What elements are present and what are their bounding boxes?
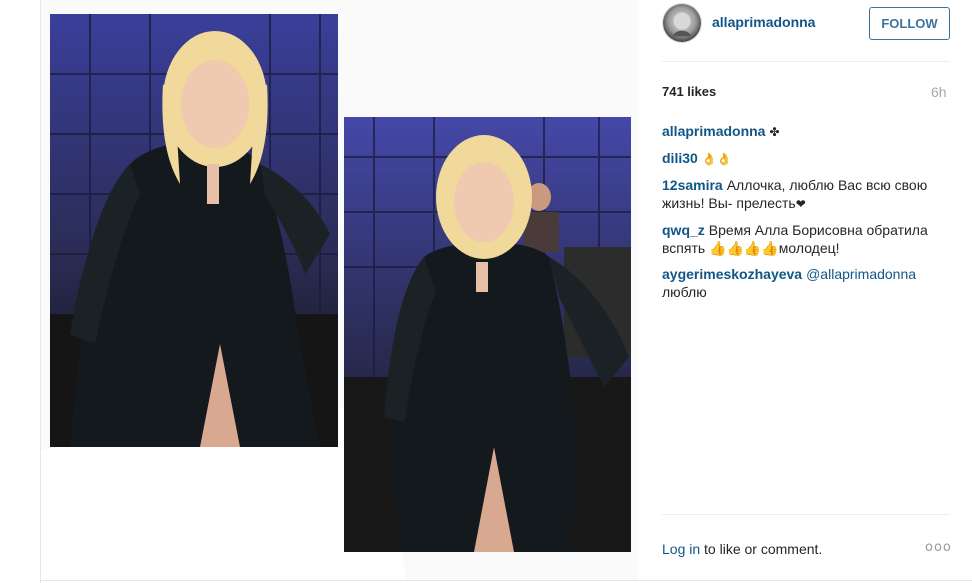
comment-mention[interactable]: @allaprimadonna (806, 266, 916, 282)
heart-icon: ❤ (795, 197, 806, 211)
login-text: to like or comment. (704, 541, 823, 557)
login-link[interactable]: Log in (662, 541, 700, 557)
comment: dili30 👌👌 (662, 149, 952, 168)
ok-hand-icon: 👌👌 (701, 152, 732, 166)
photo-left (50, 14, 338, 447)
post-header: allaprimadonna FOLLOW (662, 3, 950, 43)
comment-user[interactable]: qwq_z (662, 222, 705, 238)
comment-user[interactable]: allaprimadonna (662, 123, 765, 139)
divider (662, 514, 950, 515)
comment: aygerimeskozhayeva @allaprimadonna люблю (662, 265, 952, 301)
login-prompt: Log in to like or comment. (662, 541, 822, 557)
comment-user[interactable]: dili30 (662, 150, 698, 166)
post-sidebar: allaprimadonna FOLLOW 741 likes 6h allap… (638, 0, 972, 580)
clover-icon: ✤ (769, 125, 780, 139)
post-image[interactable] (41, 0, 638, 580)
likes-count[interactable]: 741 likes (662, 84, 716, 99)
post-time[interactable]: 6h (931, 84, 947, 100)
divider (662, 61, 950, 62)
avatar[interactable] (662, 3, 702, 43)
bottom-border (40, 580, 972, 581)
comment: 12samira Аллочка, люблю Вас всю свою жизн… (662, 176, 952, 213)
photo-right (344, 117, 631, 552)
more-options-icon[interactable]: ooo (925, 540, 952, 555)
post-username[interactable]: allaprimadonna (712, 14, 815, 30)
follow-button[interactable]: FOLLOW (869, 7, 950, 40)
comment: allaprimadonna ✤ (662, 122, 952, 141)
comment: qwq_z Время Алла Борисовна обратила вспят… (662, 221, 952, 257)
comments-list: allaprimadonna ✤ dili30 👌👌 12samira Аллочка… (662, 122, 952, 309)
comment-user[interactable]: aygerimeskozhayeva (662, 266, 802, 282)
comment-text: люблю (662, 284, 707, 300)
comment-user[interactable]: 12samira (662, 177, 723, 193)
